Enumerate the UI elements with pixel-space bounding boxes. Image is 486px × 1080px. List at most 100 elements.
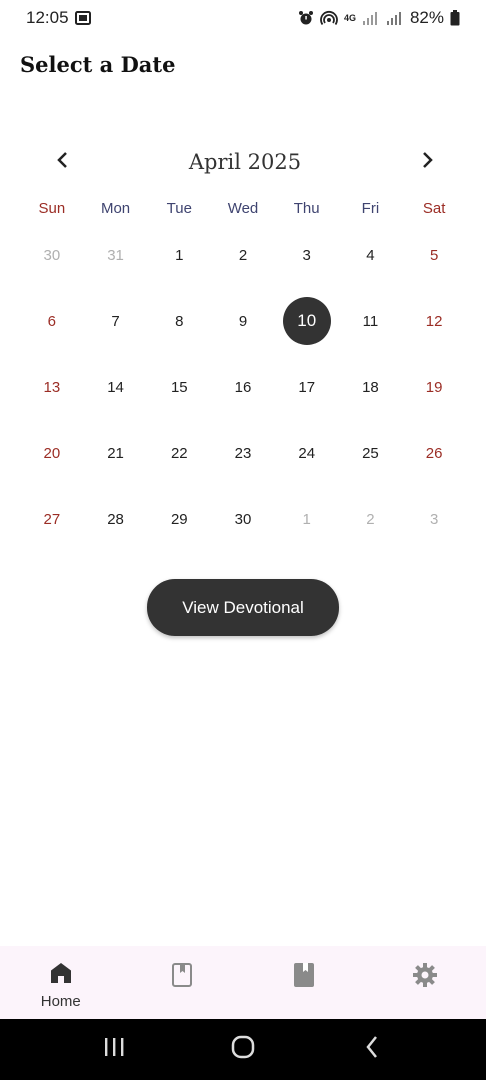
weekday-label: Sun	[38, 200, 66, 217]
gear-icon	[412, 962, 438, 993]
calendar-day[interactable]: 11	[339, 288, 403, 354]
calendar-day[interactable]: 26	[402, 420, 466, 486]
calendar-day[interactable]: 16	[211, 354, 275, 420]
calendar-day[interactable]: 31	[84, 222, 148, 288]
calendar-day[interactable]: 13	[20, 354, 84, 420]
nav-item-bookmarks[interactable]	[122, 946, 244, 1019]
calendar-day[interactable]: 30	[20, 222, 84, 288]
calendar-day[interactable]: 27	[20, 486, 84, 552]
calendar-day[interactable]: 9	[211, 288, 275, 354]
calendar-day-label: 5	[429, 246, 439, 264]
calendar-day[interactable]: 17	[275, 354, 339, 420]
calendar-day[interactable]: 2	[211, 222, 275, 288]
calendar-day[interactable]: 20	[20, 420, 84, 486]
weekday-label: Tue	[166, 200, 192, 217]
status-bar: 12:05 4G 82%	[0, 0, 486, 36]
system-home-button[interactable]	[223, 1030, 263, 1070]
calendar-day-label: 26	[425, 444, 443, 462]
calendar-day[interactable]: 23	[211, 420, 275, 486]
calendar-day-label: 3	[302, 246, 311, 264]
calendar-day[interactable]: 21	[84, 420, 148, 486]
next-month-button[interactable]	[414, 148, 442, 176]
calendar-day-label: 12	[425, 312, 443, 330]
calendar-day[interactable]: 12	[402, 288, 466, 354]
recents-button[interactable]	[94, 1030, 134, 1070]
calendar-day[interactable]: 24	[275, 420, 339, 486]
weekday-header-row: Sun Mon Tue Wed Thu Fri Sat	[20, 200, 466, 217]
calendar-day-label: 10	[282, 297, 331, 345]
calendar-day[interactable]: 3	[275, 222, 339, 288]
nav-item-home[interactable]: Home	[0, 946, 122, 1019]
calendar-day-label: 7	[111, 312, 120, 330]
calendar-day-label: 23	[234, 444, 252, 462]
nav-label-home: Home	[40, 993, 81, 1010]
calendar-day[interactable]: 8	[147, 288, 211, 354]
alarm-icon	[298, 10, 314, 26]
calendar-day[interactable]: 1	[147, 222, 211, 288]
chevron-right-icon	[421, 151, 435, 174]
weekday-label: Wed	[227, 200, 259, 217]
calendar-day-label: 3	[429, 510, 439, 528]
calendar-day-label: 14	[107, 378, 124, 396]
system-back-button[interactable]	[352, 1030, 392, 1070]
calendar-day-selected[interactable]: 10	[275, 288, 339, 354]
prev-month-button[interactable]	[48, 148, 76, 176]
nav-item-settings[interactable]	[365, 946, 486, 1019]
view-devotional-button[interactable]: View Devotional	[147, 579, 339, 636]
calendar-day[interactable]: 14	[84, 354, 148, 420]
battery-percent: 82%	[409, 8, 444, 27]
back-icon	[364, 1035, 380, 1064]
calendar-day-label: 25	[362, 444, 379, 462]
calendar-day[interactable]: 25	[339, 420, 403, 486]
calendar-day-label: 1	[175, 246, 184, 264]
month-navigation: April 2025	[0, 140, 486, 184]
screenshot-icon	[74, 11, 91, 25]
calendar-day[interactable]: 6	[20, 288, 84, 354]
calendar-day-label: 20	[43, 444, 61, 462]
bottom-navigation: Home	[0, 946, 486, 1019]
calendar-day-label: 30	[234, 510, 252, 528]
calendar-day[interactable]: 19	[402, 354, 466, 420]
calendar-day-label: 4	[366, 246, 375, 264]
calendar-day[interactable]: 4	[339, 222, 403, 288]
calendar-day[interactable]: 7	[84, 288, 148, 354]
weekday-label: Mon	[100, 200, 131, 217]
bookmark-filled-icon	[293, 962, 315, 993]
calendar-day-label: 15	[170, 378, 188, 396]
status-right: 4G 82%	[298, 8, 460, 28]
calendar-day[interactable]: 28	[84, 486, 148, 552]
calendar-day[interactable]: 3	[402, 486, 466, 552]
calendar-day[interactable]: 22	[147, 420, 211, 486]
calendar-day[interactable]: 1	[275, 486, 339, 552]
calendar-day-label: 18	[362, 378, 379, 396]
calendar-day-grid: 30 31 1 2 3 4 5 6 7 8 9 10 11 12 13 14 15 16 17 18 19 20 21 22 2…	[20, 222, 466, 552]
calendar-day[interactable]: 5	[402, 222, 466, 288]
hotspot-icon	[320, 10, 338, 26]
calendar-day[interactable]: 18	[339, 354, 403, 420]
calendar-day-label: 28	[107, 510, 124, 528]
month-title: April 2025	[188, 150, 302, 174]
calendar-day-label: 29	[170, 510, 188, 528]
calendar-day[interactable]: 2	[339, 486, 403, 552]
weekday-label: Thu	[293, 200, 320, 217]
signal-icon-2	[386, 11, 404, 25]
calendar-day-label: 2	[366, 510, 375, 528]
calendar-day-label: 22	[170, 444, 188, 462]
home-circle-icon	[230, 1034, 256, 1065]
calendar-day[interactable]: 29	[147, 486, 211, 552]
battery-icon	[450, 10, 460, 26]
calendar-day[interactable]: 30	[211, 486, 275, 552]
network-type: 4G	[343, 13, 356, 23]
nav-item-saved[interactable]	[243, 946, 365, 1019]
calendar-day[interactable]: 15	[147, 354, 211, 420]
calendar-day-label: 24	[298, 444, 316, 462]
calendar-day-label: 9	[238, 312, 248, 330]
calendar-day-label: 13	[43, 378, 61, 396]
status-time: 12:05	[26, 8, 69, 27]
calendar-day-label: 31	[107, 246, 124, 264]
chevron-left-icon	[55, 151, 69, 174]
calendar-day-label: 1	[302, 510, 311, 528]
calendar-day-label: 11	[362, 312, 379, 330]
recents-icon	[102, 1037, 126, 1062]
calendar-day-label: 30	[43, 246, 61, 264]
